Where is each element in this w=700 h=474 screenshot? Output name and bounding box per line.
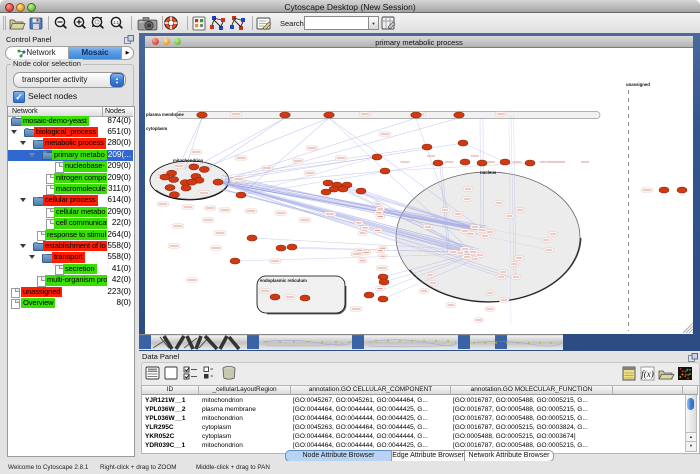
svg-text:unassigned: unassigned: [626, 82, 650, 87]
svg-text:cytoplasm: cytoplasm: [146, 126, 167, 131]
svg-text:nucleus: nucleus: [480, 170, 497, 175]
svg-text:f(x): f(x): [641, 369, 654, 379]
svg-text:mitochondrion: mitochondrion: [173, 158, 203, 163]
svg-text:1:1: 1:1: [113, 20, 119, 25]
svg-text:endoplasmic reticulum: endoplasmic reticulum: [260, 278, 307, 283]
svg-text:plasma membrane: plasma membrane: [146, 112, 184, 117]
